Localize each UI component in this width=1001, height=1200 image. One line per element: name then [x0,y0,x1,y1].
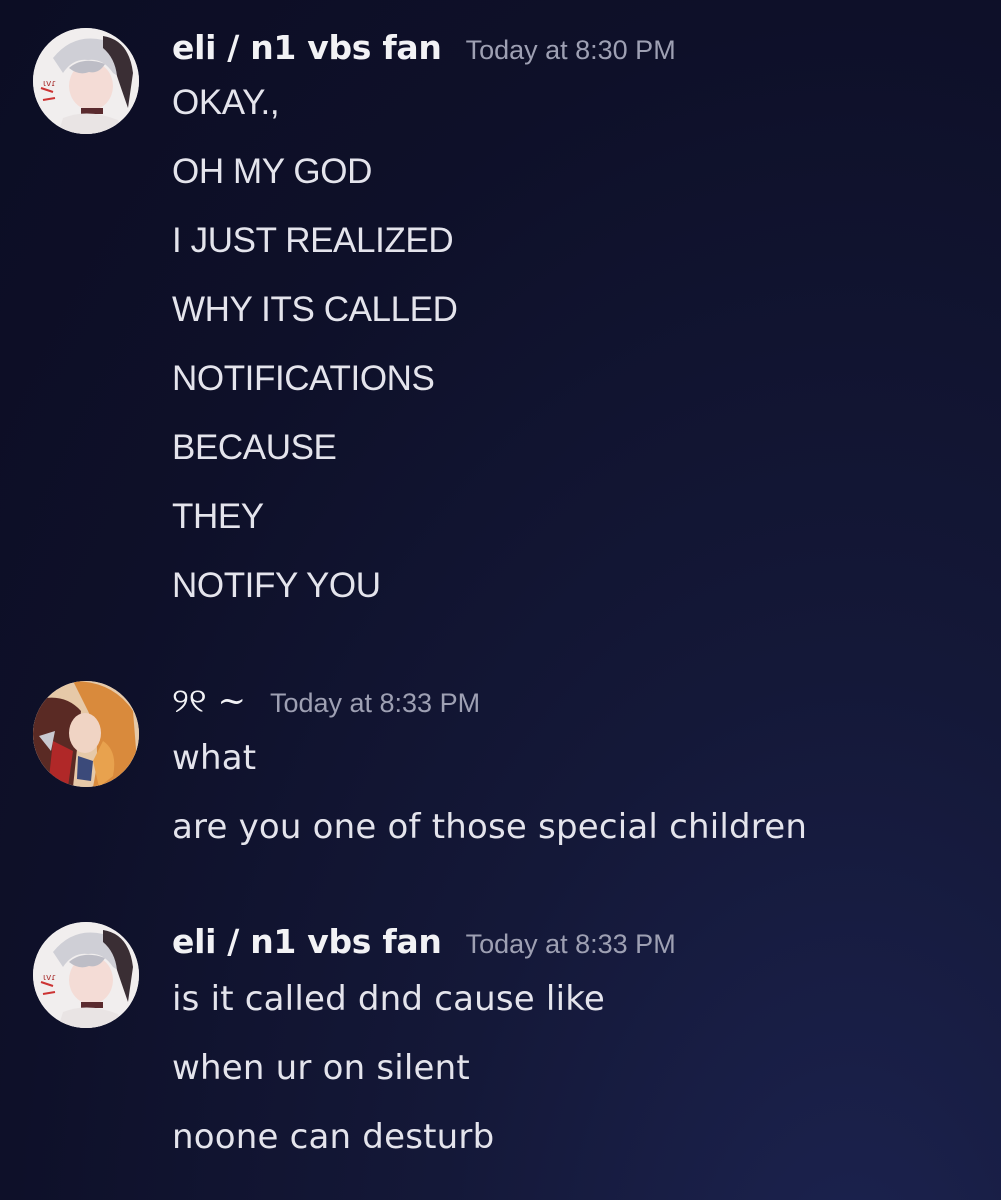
avatar[interactable]: ɩvɾ [33,28,139,134]
timestamp[interactable]: Today at 8:30 PM [466,35,676,66]
user-avatar-icon [33,681,139,787]
timestamp[interactable]: Today at 8:33 PM [466,929,676,960]
message-line: NOTIFICATIONS [172,359,435,398]
message-line: THEY [172,497,264,536]
message-line: I JUST REALIZED [172,221,454,260]
message-group: ɩvɾ eli / n1 vbs fan Today at 8:30 PM OK… [0,28,1001,628]
message-line: noone can desturb [172,1117,495,1157]
message-line: OH MY GOD [172,152,372,191]
message-line: BECAUSE [172,428,337,467]
svg-text:ɩvɾ: ɩvɾ [43,973,56,983]
user-avatar-icon: ɩvɾ [33,922,139,1028]
username[interactable]: eli / n1 vbs fan [172,922,442,961]
message-header: eli / n1 vbs fan Today at 8:33 PM [172,922,676,974]
message-group: ɩvɾ eli / n1 vbs fan Today at 8:33 PM is… [0,922,1001,1172]
timestamp[interactable]: Today at 8:33 PM [270,688,480,719]
username[interactable]: ୨୧ ~ [172,681,246,721]
svg-text:ɩvɾ: ɩvɾ [43,79,56,89]
message-group: ୨୧ ~ Today at 8:33 PM what are you one o… [0,681,1001,861]
user-avatar-icon: ɩvɾ [33,28,139,134]
message-header: ୨୧ ~ Today at 8:33 PM [172,681,480,733]
message-line: are you one of those special children [172,807,808,847]
message-line: NOTIFY YOU [172,566,381,605]
message-line: WHY ITS CALLED [172,290,458,329]
username[interactable]: eli / n1 vbs fan [172,28,442,67]
message-header: eli / n1 vbs fan Today at 8:30 PM [172,28,676,80]
avatar[interactable] [33,681,139,787]
avatar[interactable]: ɩvɾ [33,922,139,1028]
message-line: what [172,738,257,778]
chat-message-list: ɩvɾ eli / n1 vbs fan Today at 8:30 PM OK… [0,0,1001,1200]
message-line: when ur on silent [172,1048,470,1088]
message-line: is it called dnd cause like [172,979,606,1019]
message-line: OKAY., [172,83,280,122]
